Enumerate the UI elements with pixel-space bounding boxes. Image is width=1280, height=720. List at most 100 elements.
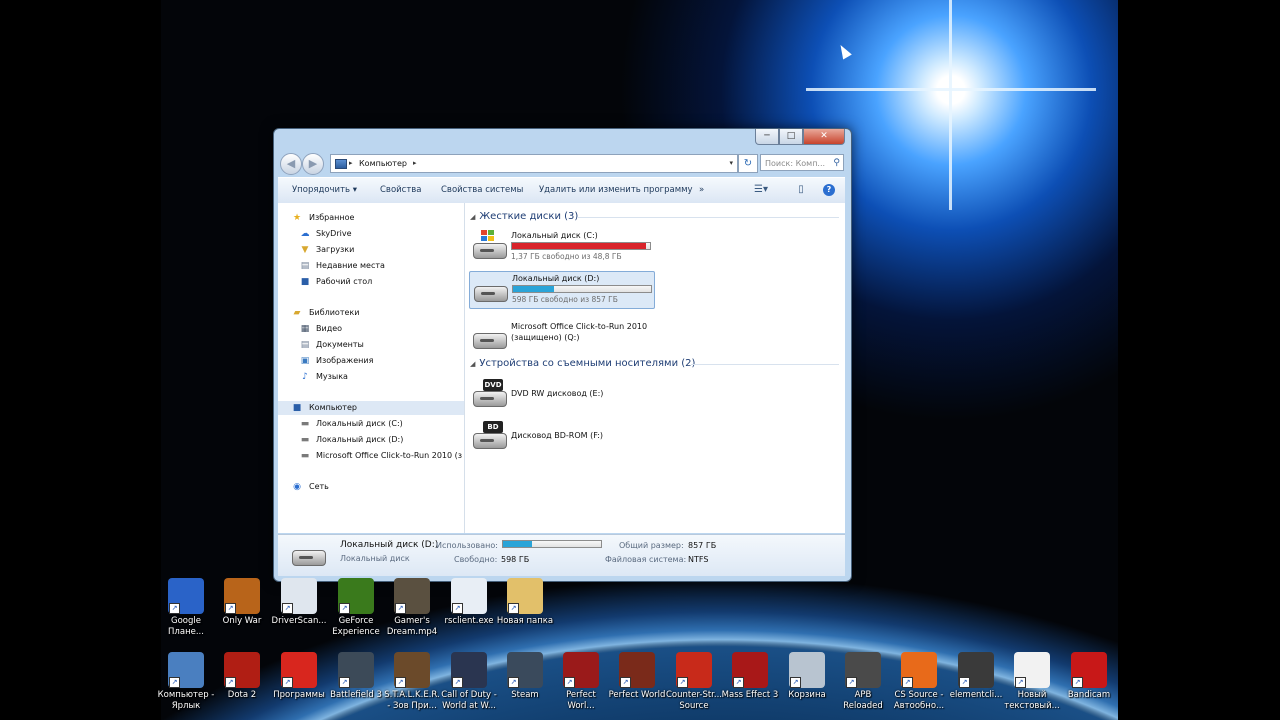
details-subtitle: Локальный диск [340,554,410,563]
search-input[interactable]: Поиск: Комп... ⚲ [760,154,844,171]
collapse-arrow-icon: ◢ [470,213,476,221]
desktop-icon-shortcut[interactable]: ↗ Steam [496,652,554,701]
drive-bd-name: Дисковод BD-ROM (F:) [511,431,604,440]
app-icon: ↗ [338,578,374,614]
desktop-icon-shortcut[interactable]: ↗ DriverScan... [270,578,328,627]
desktop-icon-shortcut[interactable]: ↗ Mass Effect 3 [721,652,779,701]
nav-pictures[interactable]: ▣ Изображения [300,354,374,368]
desktop-icon-label: DriverScan... [271,616,327,626]
nav-favorites[interactable]: ★ Избранное [292,211,354,225]
nav-network[interactable]: ◉ Сеть [292,480,329,494]
desktop-icon-shortcut[interactable]: ↗ Counter-Str... Source [665,652,723,712]
nav-desktop[interactable]: ■ Рабочий стол [300,275,373,289]
desktop-icon-shortcut[interactable]: ↗ CS Source - Автообно... [890,652,948,712]
app-icon: ↗ [958,652,994,688]
collapse-arrow-icon: ◢ [470,360,476,368]
properties-button[interactable]: Свойства [380,185,422,195]
nav-computer[interactable]: ■ Компьютер [278,401,464,415]
desktop-icon-shortcut[interactable]: ↗ Компьютер - Ярлык [157,652,215,712]
drive-d-name: Локальный диск (D:) [512,274,600,283]
libraries-icon: ▰ [293,308,301,318]
video-icon: ▦ [300,324,310,334]
drive-dvd-name: DVD RW дисковод (E:) [511,389,604,398]
help-icon[interactable]: ? [823,184,835,196]
more-commands-button[interactable]: » [699,185,704,195]
system-properties-button[interactable]: Свойства системы [441,185,523,195]
desktop-icon-label: Call of Duty - World at W... [441,690,497,711]
letterbox-right [1118,0,1280,720]
details-title: Локальный диск (D:) [340,540,439,550]
windows-logo-icon [479,229,497,243]
drive-bd[interactable]: BD Дисковод BD-ROM (F:) [469,419,655,457]
drive-c[interactable]: Локальный диск (C:) 1,37 ГБ свободно из … [469,229,655,267]
desktop-icon-label: GeForce Experience [332,616,380,637]
shortcut-arrow-icon: ↗ [282,677,293,688]
desktop-icon-label: Gamer's Dream.mp4 [386,616,438,637]
address-dropdown-icon[interactable]: ▾ [729,155,733,172]
drive-d[interactable]: Локальный диск (D:) 598 ГБ свободно из 8… [469,271,655,309]
desktop-icon-shortcut[interactable]: ↗ Call of Duty - World at W... [440,652,498,712]
nav-documents[interactable]: ▤ Документы [300,338,364,352]
desktop-icon-shortcut[interactable]: ↗ S.T.A.L.K.E.R. - Зов При... [383,652,441,712]
nav-libraries[interactable]: ▰ Библиотеки [292,306,360,320]
refresh-button[interactable]: ↻ [738,154,758,173]
preview-pane-icon[interactable]: ▯ [794,184,808,196]
address-bar[interactable]: ▸ Компьютер ▸ ▾ [330,154,738,173]
back-button[interactable]: ◀ [280,153,302,175]
desktop-icon-label: Battlefield 3 [330,690,382,700]
desktop-icon-shortcut[interactable]: ↗ Корзина [778,652,836,701]
desktop-icon-shortcut[interactable]: ↗ rsclient.exe [440,578,498,627]
nav-music[interactable]: ♪ Музыка [300,370,348,384]
desktop-icon-shortcut[interactable]: ↗ elementcli... [947,652,1005,701]
desktop-icon-shortcut[interactable]: ↗ Only War [213,578,271,627]
app-icon: ↗ [619,652,655,688]
desktop-icon-shortcut[interactable]: ↗ Bandicam [1060,652,1118,701]
desktop-icon-shortcut[interactable]: ↗ Battlefield 3 [327,652,385,701]
nav-skydrive[interactable]: ☁ SkyDrive [300,227,352,241]
drive-office-letter: (защищено) (Q:) [511,333,580,342]
search-icon[interactable]: ⚲ [833,155,840,172]
nav-disk-c[interactable]: ▬ Локальный диск (C:) [300,417,403,431]
pictures-icon: ▣ [300,356,310,366]
maximize-button[interactable]: □ [779,129,803,145]
app-icon: ↗ [507,578,543,614]
desktop-icon-shortcut[interactable]: ↗ Google Плане... [157,578,215,638]
view-options-icon[interactable]: ☰▾ [754,184,768,196]
hard-drives-group-header[interactable]: ◢ Жесткие диски (3) [470,211,578,225]
nav-office-drive[interactable]: ▬ Microsoft Office Click-to-Run 2010 (з [300,449,464,463]
desktop-icon-shortcut[interactable]: ↗ Gamer's Dream.mp4 [383,578,441,638]
drive-d-usage-fill [513,286,555,292]
close-button[interactable]: ✕ [803,129,845,145]
shortcut-arrow-icon: ↗ [846,677,857,688]
uninstall-program-button[interactable]: Удалить или изменить программу [539,185,693,195]
flare-ray [949,0,952,210]
app-icon: ↗ [281,578,317,614]
shortcut-arrow-icon: ↗ [902,677,913,688]
desktop-icon-shortcut[interactable]: ↗ Новая папка [496,578,554,627]
desktop-icon-shortcut[interactable]: ↗ APB Reloaded [834,652,892,712]
forward-button[interactable]: ▶ [302,153,324,175]
desktop-icon-label: Компьютер - Ярлык [157,690,215,711]
breadcrumb-arrow-icon[interactable]: ▸ [413,155,417,172]
organize-button[interactable]: Упорядочить ▾ [292,185,357,195]
breadcrumb-computer[interactable]: Компьютер [359,155,407,172]
nav-disk-d[interactable]: ▬ Локальный диск (D:) [300,433,404,447]
desktop-icon-label: S.T.A.L.K.E.R. - Зов При... [384,690,440,711]
desktop-icon-shortcut[interactable]: ↗ Dota 2 [213,652,271,701]
desktop-icon-shortcut[interactable]: ↗ GeForce Experience [327,578,385,638]
drive-office[interactable]: Microsoft Office Click-to-Run 2010 (защи… [469,317,655,355]
desktop-icon-shortcut[interactable]: ↗ Perfect World [608,652,666,701]
nav-video[interactable]: ▦ Видео [300,322,342,336]
desktop-icon-shortcut[interactable]: ↗ Новый текстовый... [1003,652,1061,712]
nav-downloads[interactable]: ▼ Загрузки [300,243,355,257]
desktop-icon-shortcut[interactable]: ↗ Программы [270,652,328,701]
group-divider [577,217,839,218]
removable-group-header[interactable]: ◢ Устройства со съемными носителями (2) [470,358,695,372]
minimize-button[interactable]: ─ [755,129,779,145]
shortcut-arrow-icon: ↗ [508,677,519,688]
desktop-icon-shortcut[interactable]: ↗ Perfect Worl... [552,652,610,712]
drive-dvd[interactable]: DVD DVD RW дисковод (E:) [469,377,655,415]
nav-recent-places[interactable]: ▤ Недавние места [300,259,385,273]
explorer-window[interactable]: ─ □ ✕ ◀ ▶ ▸ Компьютер ▸ ▾ ↻ Поиск: Комп.… [273,128,852,582]
breadcrumb-arrow-icon[interactable]: ▸ [349,155,353,172]
